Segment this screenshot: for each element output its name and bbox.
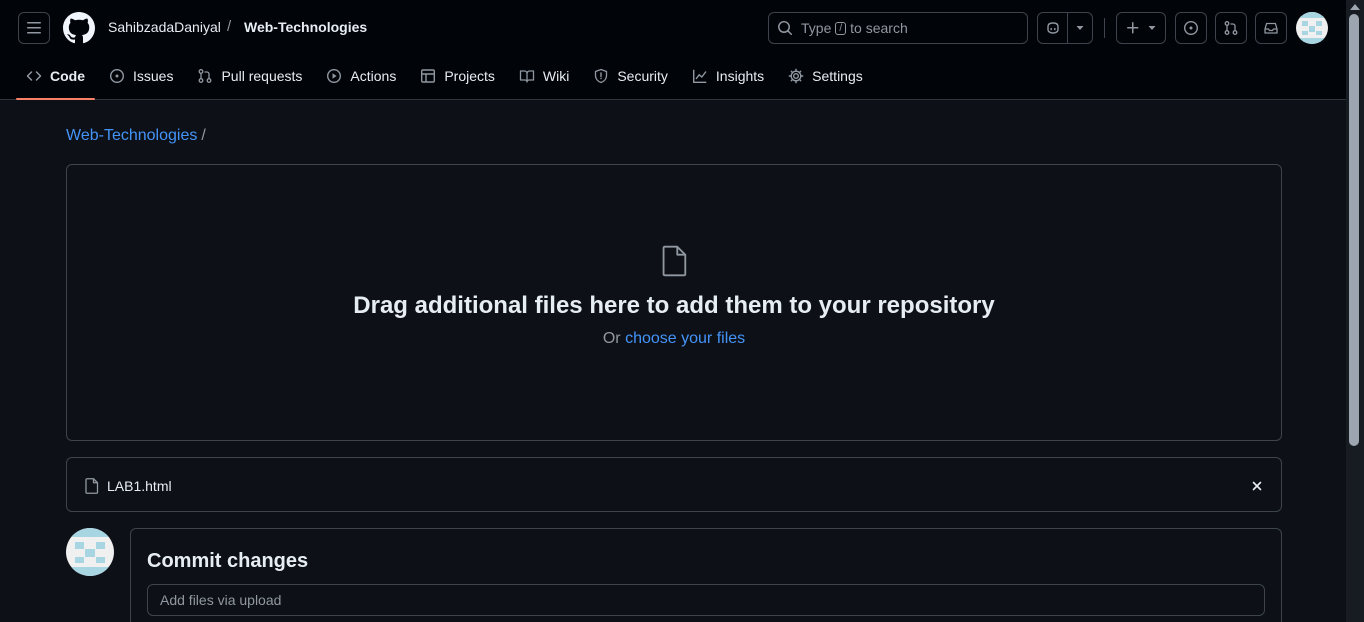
choose-files-link[interactable]: choose your files: [625, 330, 745, 347]
tab-label: Settings: [812, 68, 863, 84]
inbox-button[interactable]: [1255, 12, 1287, 44]
breadcrumb: Web-Technologies /: [66, 127, 206, 145]
tab-label: Code: [50, 68, 85, 84]
remove-file-button[interactable]: [1249, 478, 1265, 494]
tab-label: Issues: [133, 68, 174, 84]
tab-code[interactable]: Code: [16, 60, 95, 100]
copilot-icon: [1045, 20, 1061, 36]
uploaded-file-name: LAB1.html: [107, 478, 172, 494]
global-bar: SahibzadaDaniyal / Web-Technologies Type…: [0, 0, 1346, 56]
git-pull-request-icon: [197, 68, 213, 84]
code-icon: [26, 68, 42, 84]
tab-label: Wiki: [542, 68, 570, 84]
copilot-button[interactable]: [1038, 13, 1068, 43]
breadcrumb-separator: /: [201, 127, 206, 144]
commit-title: Commit changes: [147, 550, 309, 572]
uploaded-file-row: LAB1.html: [66, 457, 1282, 512]
shield-icon: [593, 68, 609, 84]
triangle-down-icon: [1075, 23, 1085, 33]
play-icon: [326, 68, 342, 84]
create-new-button[interactable]: [1116, 12, 1166, 44]
repo-link[interactable]: Web-Technologies: [244, 19, 367, 35]
repo-header: SahibzadaDaniyal / Web-Technologies Type…: [0, 0, 1346, 100]
search-suffix: to search: [850, 20, 908, 36]
tab-pull-requests[interactable]: Pull requests: [187, 60, 312, 92]
inbox-icon: [1263, 20, 1279, 36]
copilot-button-group: [1037, 12, 1093, 44]
scroll-up-arrow[interactable]: [1350, 4, 1360, 10]
file-icon: [661, 245, 689, 277]
three-bars-icon: [26, 20, 42, 36]
dropzone-title: Drag additional files here to add them t…: [353, 292, 995, 319]
tab-settings[interactable]: Settings: [778, 60, 873, 92]
issue-opened-icon: [109, 68, 125, 84]
plus-icon: [1125, 20, 1141, 36]
tab-label: Projects: [444, 68, 495, 84]
user-avatar[interactable]: [1296, 12, 1328, 44]
git-pull-request-icon: [1223, 20, 1239, 36]
issue-opened-icon: [1183, 20, 1199, 36]
repo-tabs: Code Issues Pull requests Actions Projec…: [16, 60, 877, 100]
header-divider: [1104, 18, 1105, 38]
tab-label: Security: [617, 68, 668, 84]
commit-panel: Commit changes: [130, 528, 1282, 622]
committer-avatar: [66, 528, 114, 576]
breadcrumb-repo-link[interactable]: Web-Technologies: [66, 127, 197, 144]
search-input[interactable]: Type / to search: [768, 12, 1028, 44]
tab-actions[interactable]: Actions: [316, 60, 406, 92]
tab-insights[interactable]: Insights: [682, 60, 774, 92]
commit-message-input[interactable]: [147, 584, 1265, 616]
tab-security[interactable]: Security: [583, 60, 678, 92]
gear-icon: [788, 68, 804, 84]
tab-projects[interactable]: Projects: [410, 60, 505, 92]
search-prefix: Type: [801, 20, 832, 36]
file-dropzone[interactable]: Drag additional files here to add them t…: [66, 164, 1282, 441]
tab-label: Pull requests: [221, 68, 303, 84]
menu-button[interactable]: [18, 12, 50, 44]
x-icon: [1249, 478, 1265, 494]
github-mark-icon: [63, 12, 95, 44]
search-icon: [777, 20, 793, 36]
tab-label: Actions: [350, 68, 397, 84]
pull-requests-shortcut-button[interactable]: [1215, 12, 1247, 44]
table-icon: [420, 68, 436, 84]
breadcrumb-separator: /: [227, 18, 232, 35]
issues-shortcut-button[interactable]: [1175, 12, 1207, 44]
github-home-link[interactable]: [63, 12, 95, 44]
graph-icon: [692, 68, 708, 84]
or-text: Or: [602, 330, 621, 347]
search-shortcut-key: /: [835, 21, 847, 35]
triangle-down-icon: [1147, 23, 1157, 33]
tab-issues[interactable]: Issues: [99, 60, 183, 92]
copilot-menu-button[interactable]: [1068, 13, 1092, 43]
dropzone-subtitle: Or choose your files: [67, 330, 1281, 348]
owner-link[interactable]: SahibzadaDaniyal: [108, 19, 221, 35]
tab-wiki[interactable]: Wiki: [509, 60, 579, 92]
scrollbar-thumb[interactable]: [1349, 14, 1359, 446]
tab-label: Insights: [715, 68, 765, 84]
file-icon: [85, 478, 99, 494]
book-icon: [519, 68, 535, 84]
